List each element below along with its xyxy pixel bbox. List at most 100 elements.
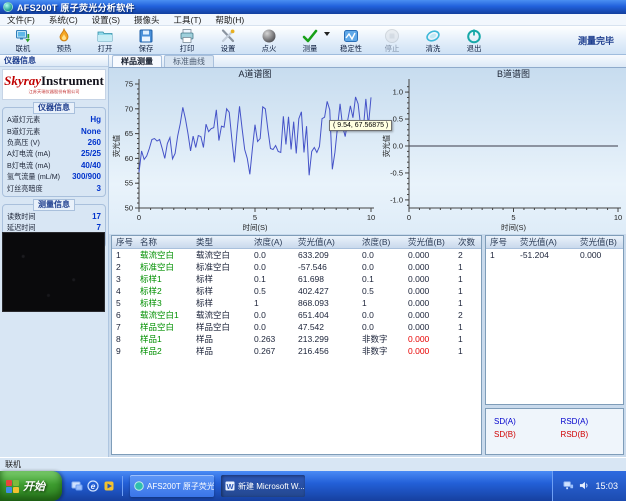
cell: 0.000 [404,298,454,308]
title-bar[interactable]: AFS200T 原子荧光分析软件 [0,0,626,14]
tab-standard-curve[interactable]: 标准曲线 [164,55,214,67]
taskbar-window-label: AFS200T 原子荧光 [147,481,214,492]
lower-area: 序号名称类型浓度(A)荧光值(A)浓度(B)荧光值(B)次数1载流空白载流空白0… [109,234,626,457]
start-button[interactable]: 开始 [0,471,62,501]
column-header: 荧光值(A) [294,236,358,248]
toolbar-button-label: 点火 [261,44,276,52]
chart-channel-b[interactable]: 0510-1.0-0.50.00.51.0B道谱图时间(S)荧光值 [381,68,626,234]
cell: 7 [112,322,136,332]
menu-file[interactable]: 文件(F) [0,14,42,26]
app-icon [3,2,13,12]
column-header: 荧光值(A) [516,236,576,248]
chart-tooltip: ( 9.54, 67.56875 ) [329,120,392,131]
svg-text:时间(S): 时间(S) [501,222,526,232]
readings-table[interactable]: 序号荧光值(A)荧光值(B)1-51.2040.000 [485,235,624,405]
camera-preview [2,232,105,312]
table-row[interactable]: 4标样2标样0.5402.4270.50.0001 [112,285,481,297]
cell: 0.000 [404,334,454,344]
cell: 0.263 [250,334,294,344]
taskbar-window-word-window[interactable]: W 新建 Microsoft W... [221,475,305,497]
svg-text:75: 75 [125,80,133,89]
svg-text:-0.5: -0.5 [390,168,403,177]
taskbar-window-afs-window[interactable]: AFS200T 原子荧光 [130,475,214,497]
toolbar-button-stability[interactable]: 稳定性 [330,26,371,54]
toolbar-button-connect[interactable]: 联机 [2,26,43,54]
table-row[interactable]: 8样品1样品0.263213.299非数字0.0001 [112,333,481,345]
svg-text:荧光值: 荧光值 [111,134,121,157]
menu-tools[interactable]: 工具(T) [167,14,209,26]
tray-clock[interactable]: 15:03 [595,481,618,491]
toolbar-button-exit[interactable]: 退出 [453,26,494,54]
cell: 载流空白 [192,249,250,261]
toolbar-button-label: 退出 [466,44,481,52]
cell: 0.0 [250,262,294,272]
menu-settings[interactable]: 设置(S) [85,14,127,26]
info-label: B道灯元素 [7,126,40,136]
cell: 标样 [192,285,250,297]
taskbar-window-label: 新建 Microsoft W... [238,481,305,492]
cell: 载流空白 [136,249,192,261]
toolbar-button-setup[interactable]: 设置 [207,26,248,54]
media-icon[interactable] [103,480,115,492]
toolbar-button-clean[interactable]: 清洗 [412,26,453,54]
instrument-group-title: 仪器信息 [33,102,75,114]
sidebar: 仪器信息 SkyrayInstrument 江苏天瑞仪器股份有限公司 仪器信息 … [0,55,109,457]
power-icon [466,28,482,44]
cell: 0.5 [250,286,294,296]
table-row[interactable]: 2标准空白标准空白0.0-57.5460.00.0001 [112,261,481,273]
toolbar-button-print[interactable]: 打印 [166,26,207,54]
volume-icon[interactable] [579,480,590,493]
floppy-icon [138,28,154,44]
info-row: B灯电流 (mA)40/40 [7,160,101,171]
info-row: 负高压 (V)260 [7,137,101,148]
cell: 样品1 [136,333,192,345]
toolbar-button-ignite[interactable]: 点火 [248,26,289,54]
column-header: 浓度(A) [250,236,294,248]
svg-text:65: 65 [125,129,133,138]
system-tray: 15:03 [552,471,626,501]
cell: 非数字 [358,333,404,345]
table-row[interactable]: 3标样1标样0.161.6980.10.0001 [112,273,481,285]
toolbar-button-measure[interactable]: 测量 [289,26,330,54]
cell: 651.404 [294,310,358,320]
menu-bar: 文件(F)系统(C)设置(S)摄像头工具(T)帮助(H) [0,14,626,26]
ring-icon [425,28,441,44]
column-header: 荧光值(B) [404,236,454,248]
cell: 载流空白 [192,309,250,321]
table-row[interactable]: 5标样3标样1868.09310.0001 [112,297,481,309]
svg-text:W: W [226,482,234,491]
cell: 标样1 [136,273,192,285]
chart-channel-a[interactable]: 0510505560657075A道谱图时间(S)荧光值 [111,68,379,234]
table-row[interactable]: 6载流空白1载流空白0.0651.4040.00.0002 [112,309,481,321]
toolbar-button-preheat[interactable]: 预热 [43,26,84,54]
cell: 标准空白 [136,261,192,273]
brand-name-black: Instrument [41,73,104,88]
toolbar-button-save[interactable]: 保存 [125,26,166,54]
svg-text:A道谱图: A道谱图 [238,68,271,79]
svg-text:0: 0 [407,213,411,222]
printer-icon [179,28,195,44]
menu-help[interactable]: 帮助(H) [208,14,251,26]
show-desktop-icon[interactable] [71,480,83,492]
cell: 47.542 [294,322,358,332]
menu-system[interactable]: 系统(C) [42,14,85,26]
table-row[interactable]: 7样品空白样品空白0.047.5420.00.0001 [112,321,481,333]
ie-icon[interactable]: e [87,480,99,492]
cell: 样品空白 [136,321,192,333]
cell: 0.267 [250,346,294,356]
table-row[interactable]: 1载流空白载流空白0.0633.2090.00.0002 [112,249,481,261]
charts-area: 0510505560657075A道谱图时间(S)荧光值 0510-1.0-0.… [109,68,626,234]
table-row[interactable]: 1-51.2040.000 [486,249,623,261]
cell: 0.0 [250,310,294,320]
connect-icon [15,28,31,44]
menu-camera[interactable]: 摄像头 [127,14,167,26]
results-table[interactable]: 序号名称类型浓度(A)荧光值(A)浓度(B)荧光值(B)次数1载流空白载流空白0… [111,235,482,455]
cell: 216.456 [294,346,358,356]
column-header: 序号 [112,236,136,248]
tab-sample-measure[interactable]: 样品测量 [112,55,162,67]
svg-text:-1.0: -1.0 [390,195,403,204]
network-icon[interactable] [563,480,574,493]
toolbar-button-open[interactable]: 打开 [84,26,125,54]
table-row[interactable]: 9样品2样品0.267216.456非数字0.0001 [112,345,481,357]
cell: 样品 [192,345,250,357]
